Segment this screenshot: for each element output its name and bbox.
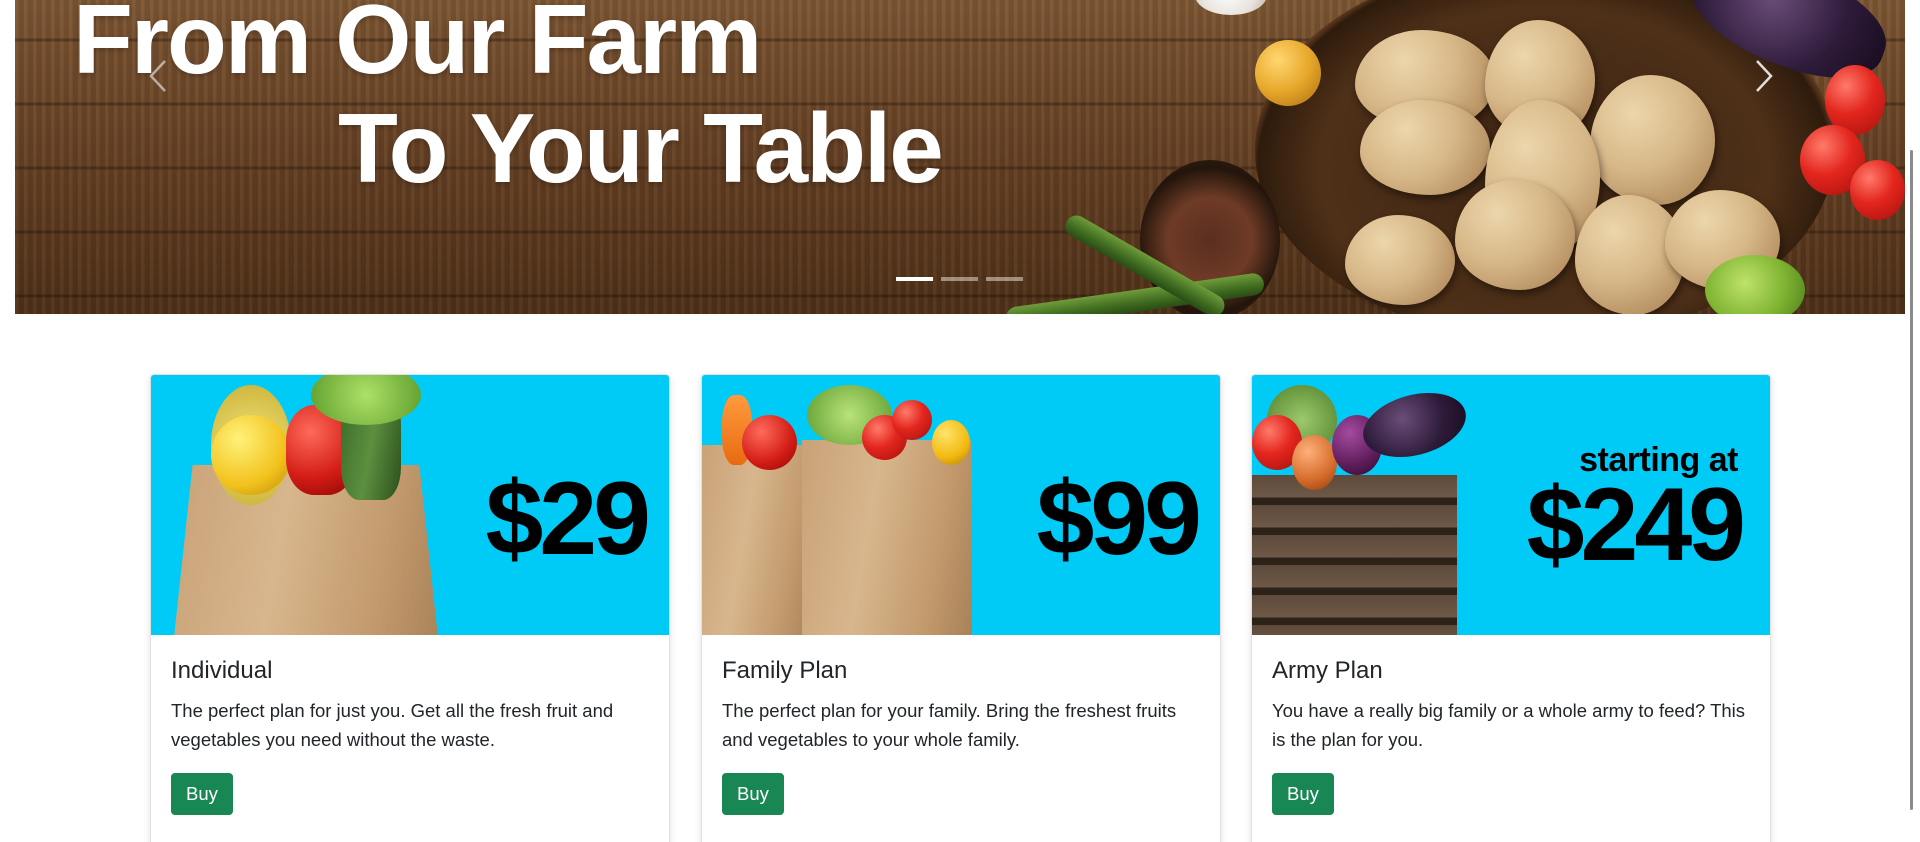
scrollbar-thumb[interactable] bbox=[1910, 150, 1913, 810]
plan-title: Army Plan bbox=[1272, 657, 1383, 684]
potato-image bbox=[1345, 215, 1455, 305]
grocery-bag-image bbox=[702, 445, 812, 635]
plan-card-body: Individual The perfect plan for just you… bbox=[151, 635, 669, 835]
plan-price: $99 bbox=[1036, 461, 1202, 577]
page: From Our Farm To Your Table $29 Individu… bbox=[0, 0, 1920, 842]
carousel-indicators bbox=[896, 277, 1023, 281]
plan-card-individual: $29 Individual The perfect plan for just… bbox=[150, 374, 670, 842]
plan-title: Individual bbox=[171, 657, 273, 684]
hero-title-line-2: To Your Table bbox=[338, 93, 944, 203]
plan-title: Family Plan bbox=[722, 657, 848, 684]
buy-button[interactable]: Buy bbox=[1272, 772, 1334, 816]
potato-image bbox=[1590, 75, 1715, 205]
plan-card-body: Family Plan The perfect plan for your fa… bbox=[702, 635, 1220, 835]
buy-button[interactable]: Buy bbox=[171, 772, 233, 816]
tomato-image bbox=[892, 400, 932, 440]
plan-image: $99 bbox=[702, 375, 1220, 635]
carousel-indicator-2[interactable] bbox=[941, 277, 978, 281]
plan-price: $249 bbox=[1526, 467, 1746, 583]
yellow-pepper-image bbox=[932, 420, 970, 465]
garlic-image bbox=[1195, 0, 1267, 15]
plan-description: The perfect plan for just you. Get all t… bbox=[171, 699, 614, 751]
lemon-image bbox=[211, 415, 291, 495]
onion-image bbox=[1292, 435, 1337, 490]
crate-image bbox=[1252, 475, 1457, 635]
yellow-tomato-image bbox=[1255, 40, 1321, 106]
pepper-image bbox=[742, 415, 797, 470]
plan-card-body: Army Plan You have a really big family o… bbox=[1252, 635, 1770, 835]
plan-card-family: $99 Family Plan The perfect plan for you… bbox=[701, 374, 1221, 842]
plan-description: The perfect plan for your family. Bring … bbox=[722, 699, 1177, 751]
carousel-prev-button[interactable] bbox=[145, 58, 171, 94]
carousel-indicator-1[interactable] bbox=[896, 277, 933, 281]
potato-image bbox=[1360, 100, 1490, 195]
page-scrollbar[interactable] bbox=[1905, 0, 1920, 842]
hero-title-line-1: From Our Farm bbox=[73, 0, 762, 94]
plan-cards: $29 Individual The perfect plan for just… bbox=[150, 374, 1771, 842]
chevron-right-icon bbox=[1756, 60, 1773, 92]
plan-image: starting at $249 bbox=[1252, 375, 1770, 635]
plan-price: $29 bbox=[485, 461, 651, 577]
lettuce-image bbox=[1705, 255, 1805, 314]
potato-image bbox=[1455, 180, 1575, 290]
grocery-bag-image bbox=[802, 440, 972, 635]
chevron-left-icon bbox=[149, 60, 166, 92]
carousel-indicator-3[interactable] bbox=[986, 277, 1023, 281]
carousel-next-button[interactable] bbox=[1751, 58, 1777, 94]
plan-description: You have a really big family or a whole … bbox=[1272, 699, 1746, 751]
tomato-image bbox=[1850, 160, 1905, 220]
plan-image: $29 bbox=[151, 375, 669, 635]
plan-card-army: starting at $249 Army Plan You have a re… bbox=[1251, 374, 1771, 842]
hero-carousel: From Our Farm To Your Table bbox=[15, 0, 1905, 314]
buy-button[interactable]: Buy bbox=[722, 772, 784, 816]
